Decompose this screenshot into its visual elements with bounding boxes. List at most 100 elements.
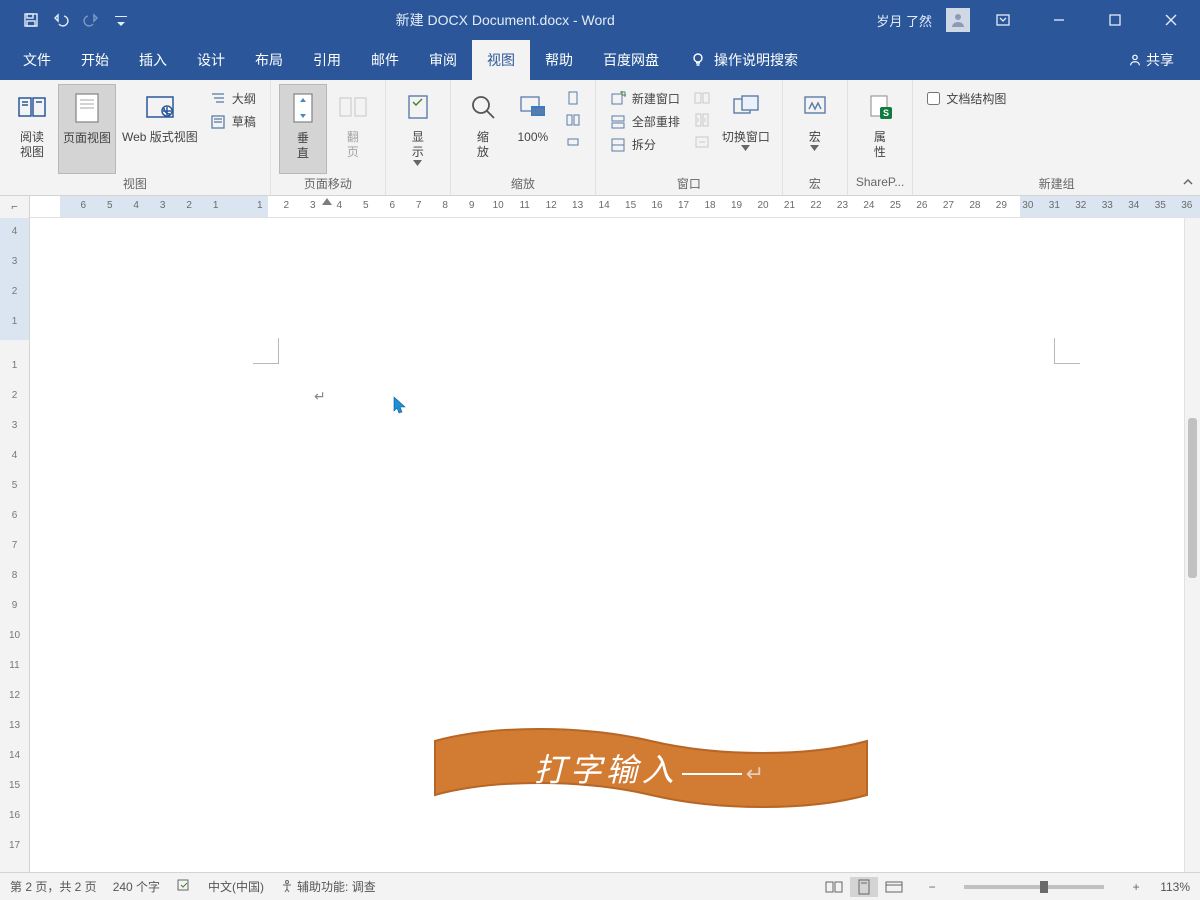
- side-to-side-button[interactable]: 翻页: [329, 84, 377, 174]
- switch-windows-button[interactable]: 切换窗口: [718, 84, 774, 174]
- ruler-vertical[interactable]: 43211234567891011121314151617: [0, 218, 30, 872]
- view-mode-buttons: [820, 877, 908, 897]
- paragraph-mark-icon: ↵: [314, 388, 326, 405]
- macros-button[interactable]: 宏: [791, 84, 839, 174]
- tab-file[interactable]: 文件: [8, 40, 66, 80]
- web-layout-icon: [143, 86, 177, 128]
- new-window-button[interactable]: 新建窗口: [604, 88, 686, 109]
- margin-corner-tr: [1054, 338, 1080, 364]
- zoom-in-button[interactable]: +: [1128, 880, 1144, 894]
- ruler-corner[interactable]: ⌐: [0, 196, 30, 218]
- banner-shape[interactable]: 打字输入↵: [433, 723, 869, 813]
- save-icon[interactable]: [18, 7, 44, 33]
- navigation-pane-checkbox[interactable]: 文档结构图: [921, 84, 1012, 109]
- ruler-horizontal[interactable]: 6543211234567891011121314151617181920212…: [30, 196, 1200, 217]
- ribbon-display-icon[interactable]: [980, 0, 1026, 40]
- maximize-icon[interactable]: [1092, 0, 1138, 40]
- web-layout-button[interactable]: Web 版式视图: [118, 84, 202, 174]
- web-layout-view-icon[interactable]: [880, 877, 908, 897]
- tab-insert[interactable]: 插入: [124, 40, 182, 80]
- read-mode-button[interactable]: 阅读视图: [8, 84, 56, 174]
- zoom-button[interactable]: 缩放: [459, 84, 507, 174]
- page[interactable]: ↵ 打字输入↵: [78, 228, 1190, 862]
- banner-text[interactable]: 打字输入↵: [433, 745, 869, 791]
- first-line-indent-icon[interactable]: [322, 198, 332, 205]
- svg-text:S: S: [883, 108, 889, 118]
- tell-me-search[interactable]: 操作说明搜索: [690, 50, 798, 70]
- checkbox-icon[interactable]: [927, 92, 940, 105]
- vertical-button[interactable]: 垂直: [279, 84, 327, 174]
- outline-button[interactable]: 大纲: [204, 88, 262, 109]
- share-button[interactable]: 共享: [1128, 50, 1192, 70]
- document-area[interactable]: ↵ 打字输入↵: [30, 218, 1200, 872]
- avatar[interactable]: [946, 8, 970, 32]
- document-main: 43211234567891011121314151617 ↵ 打字输入↵: [0, 218, 1200, 872]
- redo-icon[interactable]: [78, 7, 104, 33]
- quick-access-toolbar: [0, 7, 134, 33]
- chevron-down-icon: [810, 145, 819, 151]
- user-name[interactable]: 岁月 了然: [876, 11, 936, 30]
- group-window: 新建窗口 全部重排 拆分 切换窗口 窗口: [596, 80, 783, 195]
- one-page-button[interactable]: [559, 88, 587, 108]
- close-icon[interactable]: [1148, 0, 1194, 40]
- print-layout-label: 页面视图: [63, 131, 111, 146]
- split-button[interactable]: 拆分: [604, 134, 686, 155]
- tab-view[interactable]: 视图: [472, 40, 530, 80]
- macros-icon: [798, 86, 832, 128]
- tell-me-label: 操作说明搜索: [714, 50, 798, 70]
- reset-window-button[interactable]: [688, 132, 716, 152]
- arrange-all-button[interactable]: 全部重排: [604, 111, 686, 132]
- tab-baidu[interactable]: 百度网盘: [588, 40, 674, 80]
- one-page-icon: [565, 90, 581, 106]
- scrollbar-thumb[interactable]: [1188, 418, 1197, 578]
- read-mode-view-icon[interactable]: [820, 877, 848, 897]
- status-words[interactable]: 240 个字: [113, 878, 160, 895]
- view-side-by-side-button[interactable]: [688, 88, 716, 108]
- status-page[interactable]: 第 2 页，共 2 页: [10, 878, 97, 895]
- zoom-100-button[interactable]: 100 100%: [509, 84, 557, 174]
- qat-customize-icon[interactable]: [108, 7, 134, 33]
- tab-design[interactable]: 设计: [182, 40, 240, 80]
- tab-mailings[interactable]: 邮件: [356, 40, 414, 80]
- group-new: 文档结构图 新建组: [913, 80, 1200, 195]
- window-title: 新建 DOCX Document.docx - Word: [134, 10, 876, 30]
- tab-help[interactable]: 帮助: [530, 40, 588, 80]
- status-accessibility[interactable]: 辅助功能: 调查: [280, 878, 376, 895]
- status-proofing-icon[interactable]: [176, 877, 192, 896]
- tab-home[interactable]: 开始: [66, 40, 124, 80]
- read-mode-label: 阅读视图: [20, 130, 44, 160]
- chevron-down-icon: [413, 160, 422, 166]
- zoom-out-button[interactable]: −: [924, 880, 940, 894]
- multi-page-button[interactable]: [559, 110, 587, 130]
- undo-icon[interactable]: [48, 7, 74, 33]
- print-layout-view-icon[interactable]: [850, 877, 878, 897]
- tab-layout[interactable]: 布局: [240, 40, 298, 80]
- show-button[interactable]: 显示: [394, 84, 442, 174]
- minimize-icon[interactable]: [1036, 0, 1082, 40]
- person-icon: [1128, 53, 1142, 67]
- scrollbar-vertical[interactable]: [1184, 218, 1200, 872]
- sync-scroll-button[interactable]: [688, 110, 716, 130]
- zoom-slider[interactable]: [964, 885, 1104, 889]
- status-bar: 第 2 页，共 2 页 240 个字 中文(中国) 辅助功能: 调查 − + 1…: [0, 872, 1200, 900]
- page-width-button[interactable]: [559, 132, 587, 152]
- multi-page-icon: [565, 112, 581, 128]
- status-language[interactable]: 中文(中国): [208, 878, 264, 895]
- zoom-slider-knob[interactable]: [1040, 881, 1048, 893]
- collapse-ribbon-icon[interactable]: [1182, 176, 1194, 191]
- print-layout-icon: [70, 87, 104, 129]
- print-layout-button[interactable]: 页面视图: [58, 84, 116, 174]
- draft-button[interactable]: 草稿: [204, 111, 262, 132]
- tab-references[interactable]: 引用: [298, 40, 356, 80]
- vertical-icon: [286, 87, 320, 129]
- properties-button[interactable]: S 属性: [856, 84, 904, 174]
- ruler-horizontal-wrap: ⌐ 65432112345678910111213141516171819202…: [0, 196, 1200, 218]
- outline-icon: [210, 91, 226, 107]
- group-zoom: 缩放 100 100% 缩放: [451, 80, 596, 195]
- tab-review[interactable]: 审阅: [414, 40, 472, 80]
- read-mode-icon: [15, 86, 49, 128]
- margin-corner-tl: [253, 338, 279, 364]
- zoom-100-icon: 100: [516, 86, 550, 128]
- reset-window-icon: [694, 134, 710, 150]
- zoom-level[interactable]: 113%: [1160, 880, 1190, 894]
